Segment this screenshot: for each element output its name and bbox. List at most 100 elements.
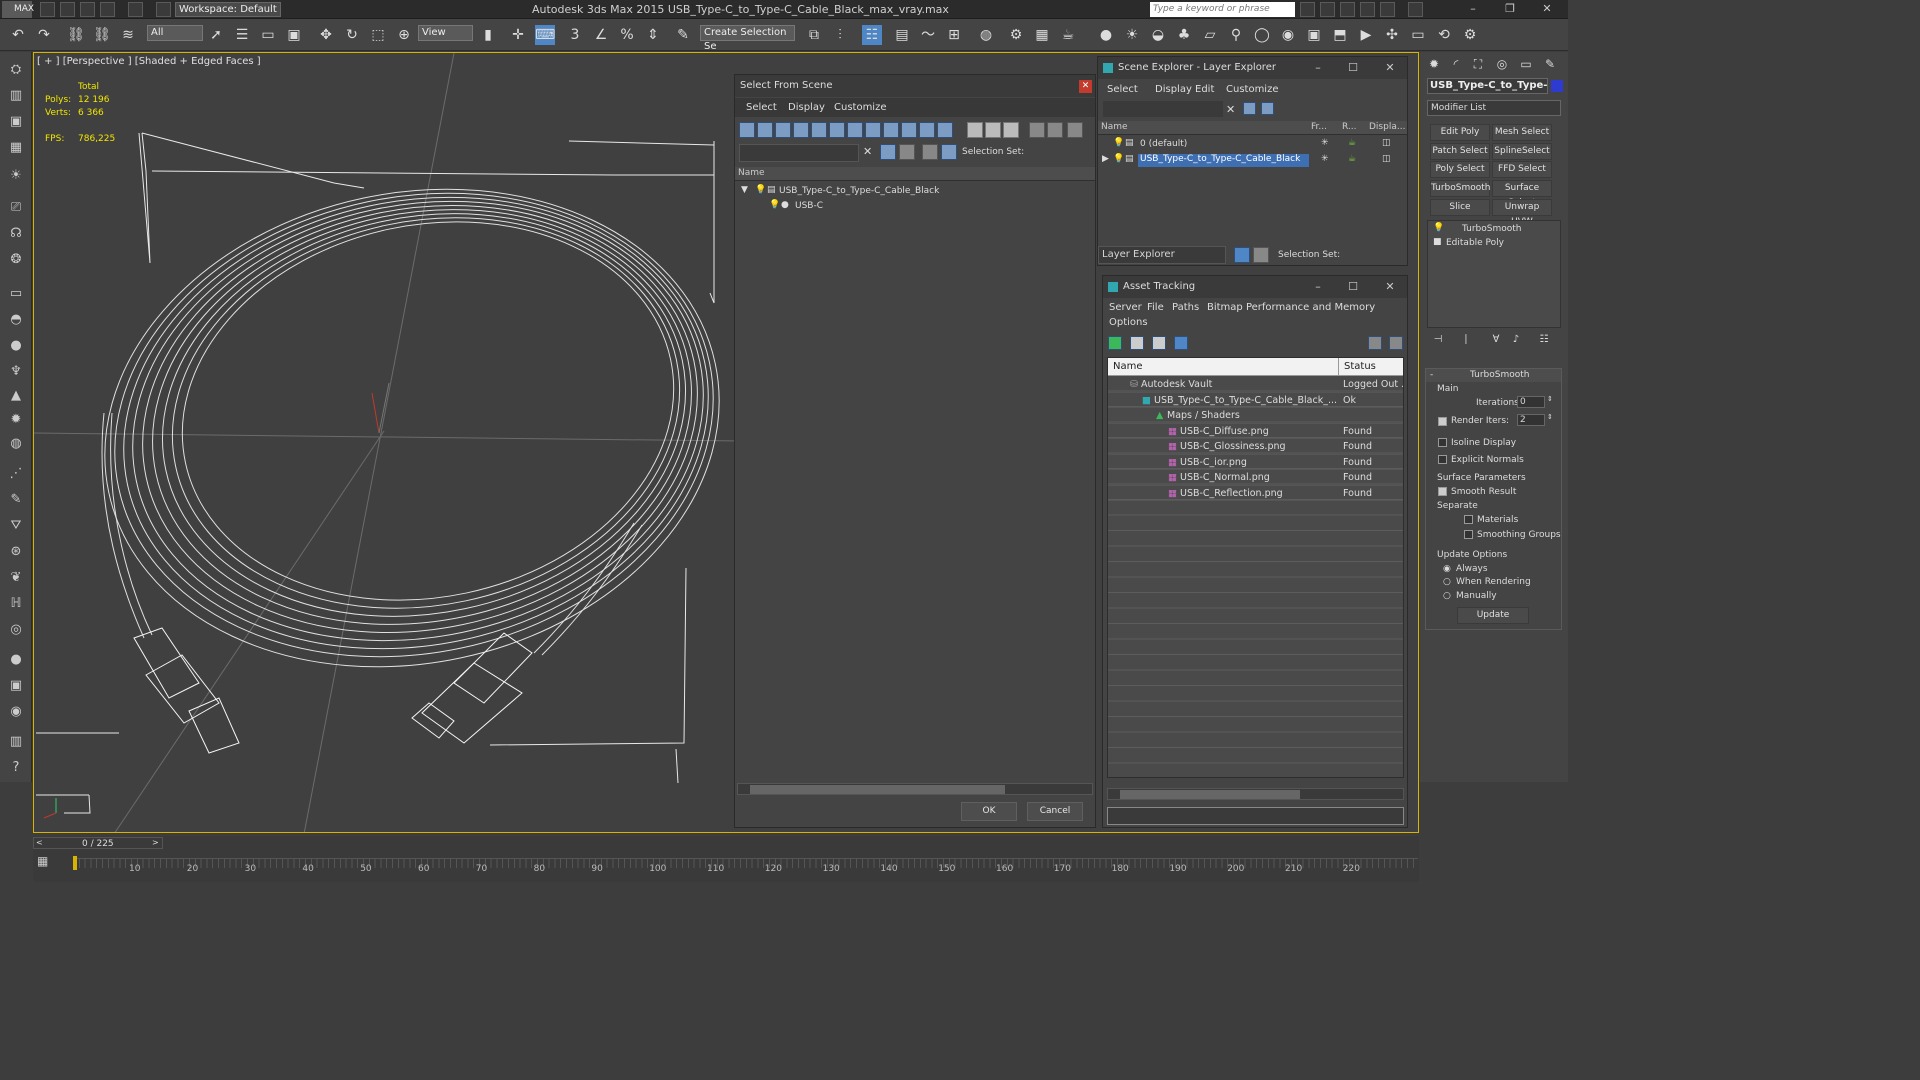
vray-light-icon[interactable]: ● — [1096, 25, 1116, 45]
vray-mesh-export-icon[interactable]: ⬒ — [1330, 25, 1350, 45]
create-cone-icon[interactable]: ▲ — [6, 386, 26, 406]
render-setup-icon[interactable]: ⚙ — [1006, 25, 1026, 45]
create-particles-icon[interactable]: ❂ — [6, 250, 26, 270]
settings-icon[interactable] — [1389, 336, 1403, 350]
path-input[interactable] — [1107, 807, 1404, 825]
object-name-input[interactable]: USB_Type-C_to_Type-C_ — [1427, 78, 1548, 94]
make-unique-icon[interactable]: ∀ — [1488, 330, 1504, 350]
layer-explorer-icon[interactable] — [1234, 247, 1250, 263]
project-folder-icon[interactable] — [156, 2, 171, 17]
prev-frame-icon[interactable]: < — [36, 838, 43, 847]
table-row[interactable]: ▦ USB-C_Normal.png Found — [1108, 470, 1403, 486]
frame-ruler[interactable] — [73, 858, 1418, 868]
find-case-icon[interactable] — [880, 144, 896, 160]
filter-icon[interactable] — [1029, 122, 1045, 138]
vray-scene-icon[interactable]: ⟲ — [1434, 25, 1454, 45]
col-display[interactable]: Displa... — [1369, 122, 1405, 132]
menu-customize[interactable]: Customize — [1226, 84, 1279, 95]
display-helpers-icon[interactable] — [811, 122, 827, 138]
render-iters-input[interactable]: 2 — [1517, 414, 1545, 426]
select-object-icon[interactable]: ➚ — [206, 25, 226, 45]
redo-icon[interactable] — [128, 2, 143, 17]
menu-select[interactable]: Select — [1107, 84, 1138, 95]
minimize-icon[interactable]: – — [1466, 2, 1480, 16]
poly-select-button[interactable]: Poly Select — [1430, 161, 1490, 178]
create-vray-icon[interactable]: ◉ — [6, 702, 26, 722]
horizontal-scrollbar[interactable] — [737, 783, 1093, 795]
table-row[interactable]: ▦ USB-C_ior.png Found — [1108, 455, 1403, 470]
vray-vfb-icon[interactable]: ▶ — [1356, 25, 1376, 45]
layer-tools-icon[interactable] — [1261, 102, 1274, 115]
percent-snap-icon[interactable]: % — [617, 25, 637, 45]
layer-explorer-icon[interactable]: ☷ — [862, 25, 882, 45]
create-lens-icon[interactable]: ◎ — [6, 620, 26, 640]
menu-display[interactable]: Display — [788, 102, 825, 113]
curve-editor-icon[interactable]: 〜 — [918, 25, 938, 45]
toggle-ribbon-icon[interactable]: ▤ — [892, 25, 912, 45]
object-color-swatch[interactable] — [1551, 80, 1563, 92]
vray-frame-buffer-icon[interactable]: ▣ — [1304, 25, 1324, 45]
layer-row[interactable]: ▶ 💡 ▤ USB_Type-C_to_Type-C_Cable_Black ✳… — [1098, 153, 1407, 168]
display-all-icon[interactable] — [967, 122, 983, 138]
display-frozen-icon[interactable] — [919, 122, 935, 138]
remove-modifier-icon[interactable]: ♪ — [1508, 330, 1524, 350]
menu-options[interactable]: Options — [1109, 317, 1148, 328]
display-lights-icon[interactable] — [775, 122, 791, 138]
binoculars-icon[interactable] — [1300, 2, 1315, 17]
new-file-icon[interactable] — [40, 2, 55, 17]
align-icon[interactable]: ⫶ — [830, 25, 850, 45]
vray-camera-icon[interactable]: ✣ — [1382, 25, 1402, 45]
select-manipulate-icon[interactable]: ✛ — [508, 25, 528, 45]
menu-customize[interactable]: Customize — [834, 102, 887, 113]
maximize-icon[interactable]: ❐ — [1503, 2, 1517, 16]
slice-button[interactable]: Slice — [1430, 199, 1490, 216]
reference-coord-dropdown[interactable]: View — [418, 25, 473, 41]
vray-sun-icon[interactable]: ☀ — [1122, 25, 1142, 45]
next-frame-icon[interactable]: > — [152, 838, 159, 847]
freeze-icon[interactable]: ✳ — [1321, 154, 1329, 164]
display-geometry-icon[interactable] — [739, 122, 755, 138]
stack-item[interactable]: 💡 TurboSmooth — [1428, 223, 1560, 236]
search-input[interactable]: Type a keyword or phrase — [1150, 2, 1295, 17]
mirror-icon[interactable]: ⧉ — [804, 25, 824, 45]
spinner-icon[interactable]: ⇕ — [1547, 395, 1553, 403]
table-row[interactable]: ▦ USB-C_Glossiness.png Found — [1108, 439, 1403, 455]
table-row[interactable]: ▦ USB-C_Reflection.png Found — [1108, 486, 1403, 501]
scrollbar-thumb[interactable] — [1120, 790, 1300, 799]
update-button[interactable]: Update — [1457, 607, 1529, 624]
render-icon[interactable]: ☕ — [1058, 25, 1078, 45]
ffd-select-button[interactable]: FFD Select — [1492, 161, 1552, 178]
time-slider[interactable]: < 0 / 225 > — [33, 837, 163, 849]
maximize-icon[interactable]: ☐ — [1346, 280, 1360, 294]
create-plane-icon[interactable]: ▭ — [6, 284, 26, 304]
smoothing-groups-checkbox[interactable] — [1464, 530, 1473, 539]
create-camera2-icon[interactable]: ▣ — [6, 676, 26, 696]
create-orb-icon[interactable]: ● — [6, 650, 26, 670]
edit-poly-button[interactable]: Edit Poly — [1430, 124, 1490, 141]
lightbulb-icon[interactable]: 💡 — [1113, 154, 1124, 164]
help-icon[interactable]: ? — [6, 758, 26, 778]
create-light-icon[interactable]: ☀ — [6, 166, 26, 186]
create-camera-icon[interactable]: ⎚ — [6, 198, 26, 218]
rotate-icon[interactable]: ↻ — [342, 25, 362, 45]
layer-row[interactable]: 💡 ▤ 0 (default) ✳ ☕ ◫ — [1098, 137, 1407, 152]
create-sphere-icon[interactable]: ● — [6, 336, 26, 356]
close-icon[interactable]: ✕ — [1079, 80, 1092, 93]
col-frozen[interactable]: Fr... — [1311, 122, 1327, 132]
menu-bitmap-performance[interactable]: Bitmap Performance and Memory — [1207, 302, 1375, 313]
snaps-toggle-icon[interactable]: 3 — [565, 25, 585, 45]
favorites-star-icon[interactable] — [1360, 2, 1375, 17]
selection-filter-dropdown[interactable]: All — [147, 25, 203, 41]
render-teapot-icon[interactable]: ☕ — [1348, 138, 1356, 148]
expand-icon[interactable]: ▼ — [741, 185, 748, 195]
hierarchy-tab-icon[interactable]: ⛶ — [1468, 54, 1488, 74]
workspace-dropdown[interactable]: Workspace: Default — [175, 2, 281, 17]
expand-icon[interactable]: ■ — [1433, 237, 1442, 247]
lightbulb-icon[interactable]: 💡 — [755, 185, 766, 195]
viewport-label[interactable]: [ + ] [Perspective ] [Shaded + Edged Fac… — [37, 56, 261, 67]
find-input[interactable] — [1103, 101, 1223, 117]
detail-view-icon[interactable] — [1152, 336, 1166, 350]
table-row[interactable]: ▦ USB-C_Diffuse.png Found — [1108, 424, 1403, 439]
rendered-frame-icon[interactable]: ▦ — [1032, 25, 1052, 45]
help-icon[interactable] — [1368, 336, 1382, 350]
